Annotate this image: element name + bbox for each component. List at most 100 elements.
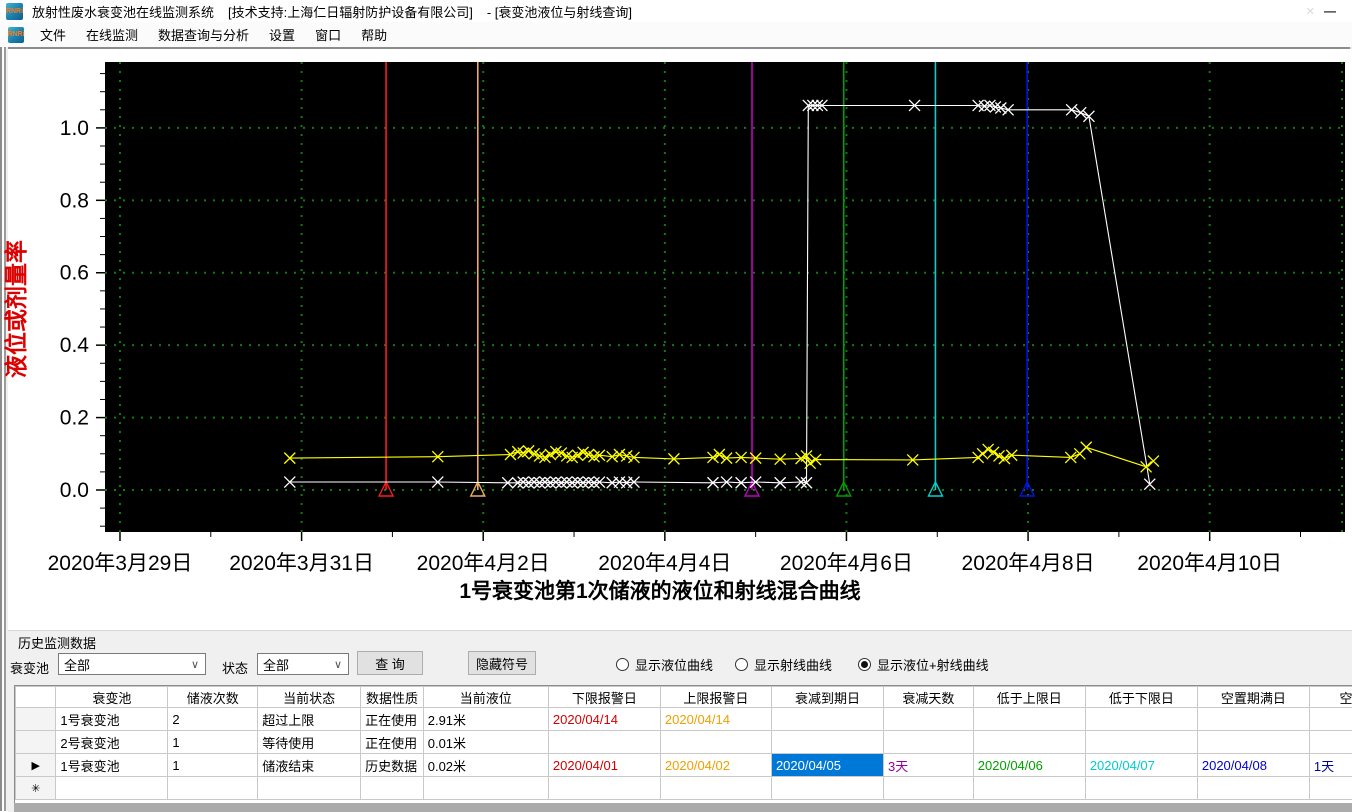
table-cell[interactable] (1197, 777, 1309, 800)
table-cell[interactable]: 1天 (1309, 754, 1352, 777)
table-cell[interactable]: 2.91米 (423, 708, 548, 731)
table-cell[interactable] (1085, 777, 1197, 800)
table-cell[interactable]: 2020/04/14 (548, 708, 660, 731)
table-cell[interactable]: 1号衰变池 (56, 754, 168, 777)
column-header-2[interactable]: 储液次数 (168, 687, 258, 708)
table-cell[interactable] (771, 777, 883, 800)
table-cell[interactable] (660, 777, 771, 800)
chart-title: 1号衰变池第1次储液的液位和射线混合曲线 (459, 579, 860, 603)
svg-text:2020年4月2日: 2020年4月2日 (417, 552, 550, 575)
chevron-down-icon: ∨ (334, 658, 342, 671)
table-cell[interactable] (1309, 777, 1352, 800)
table-cell[interactable] (1197, 731, 1309, 754)
table-cell[interactable]: 2020/04/08 (1197, 754, 1309, 777)
pool-filter-select[interactable]: 全部 ∨ (58, 653, 206, 675)
hide-symbols-button[interactable]: 隐藏符号 (468, 651, 536, 675)
table-cell[interactable]: 2020/04/07 (1085, 754, 1197, 777)
table-cell[interactable] (1197, 708, 1309, 731)
table-cell[interactable] (973, 708, 1085, 731)
menu-item-3[interactable]: 数据查询与分析 (148, 22, 259, 47)
table-cell[interactable] (548, 777, 660, 800)
table-cell[interactable]: 2020/04/06 (973, 754, 1085, 777)
table-cell[interactable]: 1号衰变池 (56, 708, 168, 731)
menu-item-4[interactable]: 设置 (259, 22, 305, 47)
menu-item-2[interactable]: 在线监测 (76, 22, 148, 47)
curve-mode-radio-3[interactable]: 显示液位+射线曲线 (858, 655, 989, 674)
table-cell[interactable]: 3天 (883, 754, 973, 777)
menu-item-6[interactable]: 帮助 (351, 22, 397, 47)
table-cell[interactable] (1085, 731, 1197, 754)
select-all-header[interactable] (16, 687, 56, 708)
table-cell[interactable] (258, 777, 361, 800)
table-cell[interactable]: 0.02米 (423, 754, 548, 777)
table-cell[interactable]: 2 (168, 708, 258, 731)
minimize-icon[interactable]: — (1324, 4, 1336, 18)
curve-mode-radio-2[interactable]: 显示射线曲线 (735, 655, 832, 674)
table-cell[interactable]: 2020/04/02 (660, 754, 771, 777)
table-cell[interactable]: 2020/04/14 (660, 708, 771, 731)
column-header-1[interactable]: 衰变池 (56, 687, 168, 708)
radio-label: 显示液位曲线 (635, 655, 713, 674)
table-cell[interactable]: 正在使用 (361, 731, 424, 754)
table-cell[interactable]: 等待使用 (258, 731, 361, 754)
mdi-child-icon[interactable]: RNRi (8, 27, 24, 43)
row-header[interactable] (16, 731, 56, 754)
table-cell[interactable] (771, 731, 883, 754)
table-row-2: 2号衰变池1等待使用正在使用0.01米 (16, 731, 1352, 754)
table-cell[interactable]: 0.01米 (423, 731, 548, 754)
new-row-indicator[interactable]: ✳ (16, 777, 56, 800)
column-header-9[interactable]: 衰减天数 (883, 687, 973, 708)
column-header-5[interactable]: 当前液位 (423, 687, 548, 708)
column-header-7[interactable]: 上限报警日 (660, 687, 771, 708)
column-header-13[interactable]: 空置天数 (1309, 687, 1352, 708)
menu-item-1[interactable]: 文件 (30, 22, 76, 47)
chevron-down-icon: ∨ (191, 658, 199, 671)
table-cell[interactable] (1309, 708, 1352, 731)
table-cell[interactable]: 储液结束 (258, 754, 361, 777)
radio-unchecked-icon (616, 658, 629, 671)
table-cell[interactable]: 超过上限 (258, 708, 361, 731)
row-header[interactable] (16, 708, 56, 731)
column-header-11[interactable]: 低于下限日 (1085, 687, 1197, 708)
svg-text:2020年4月8日: 2020年4月8日 (962, 552, 1095, 575)
selected-cell[interactable]: 2020/04/05 (771, 754, 883, 777)
table-cell[interactable]: 2号衰变池 (56, 731, 168, 754)
column-header-12[interactable]: 空置期满日 (1197, 687, 1309, 708)
table-cell[interactable] (423, 777, 548, 800)
table-cell[interactable] (973, 777, 1085, 800)
table-cell[interactable]: 2020/04/01 (548, 754, 660, 777)
column-header-8[interactable]: 衰减到期日 (771, 687, 883, 708)
table-cell[interactable]: 1 (168, 754, 258, 777)
table-cell[interactable] (660, 731, 771, 754)
table-cell[interactable] (168, 777, 258, 800)
table-cell[interactable] (361, 777, 424, 800)
table-cell[interactable] (56, 777, 168, 800)
table-cell[interactable]: 历史数据 (361, 754, 424, 777)
column-header-4[interactable]: 数据性质 (361, 687, 424, 708)
table-cell[interactable] (1085, 708, 1197, 731)
table-cell[interactable] (1309, 731, 1352, 754)
query-button[interactable]: 查 询 (357, 651, 423, 675)
column-header-6[interactable]: 下限报警日 (548, 687, 660, 708)
table-cell[interactable] (771, 708, 883, 731)
pool-filter-label: 衰变池 (10, 658, 49, 677)
radio-label: 显示射线曲线 (754, 655, 832, 674)
table-cell[interactable]: 1 (168, 731, 258, 754)
svg-text:2020年4月6日: 2020年4月6日 (780, 552, 913, 575)
status-filter-select[interactable]: 全部 ∨ (257, 653, 349, 675)
svg-text:0.8: 0.8 (60, 189, 89, 212)
table-cell[interactable] (548, 731, 660, 754)
current-row-indicator[interactable]: ▶ (16, 754, 56, 777)
table-cell[interactable]: 正在使用 (361, 708, 424, 731)
close-icon[interactable]: ✕ (1306, 5, 1315, 18)
table-cell[interactable] (883, 777, 973, 800)
table-cell[interactable] (883, 731, 973, 754)
table-cell[interactable] (973, 731, 1085, 754)
menu-item-5[interactable]: 窗口 (305, 22, 351, 47)
column-header-10[interactable]: 低于上限日 (973, 687, 1085, 708)
column-header-3[interactable]: 当前状态 (258, 687, 361, 708)
table-row-4: ✳ (16, 777, 1352, 800)
window-controls: ✕ — (1306, 4, 1336, 18)
curve-mode-radio-1[interactable]: 显示液位曲线 (616, 655, 713, 674)
table-cell[interactable] (883, 708, 973, 731)
